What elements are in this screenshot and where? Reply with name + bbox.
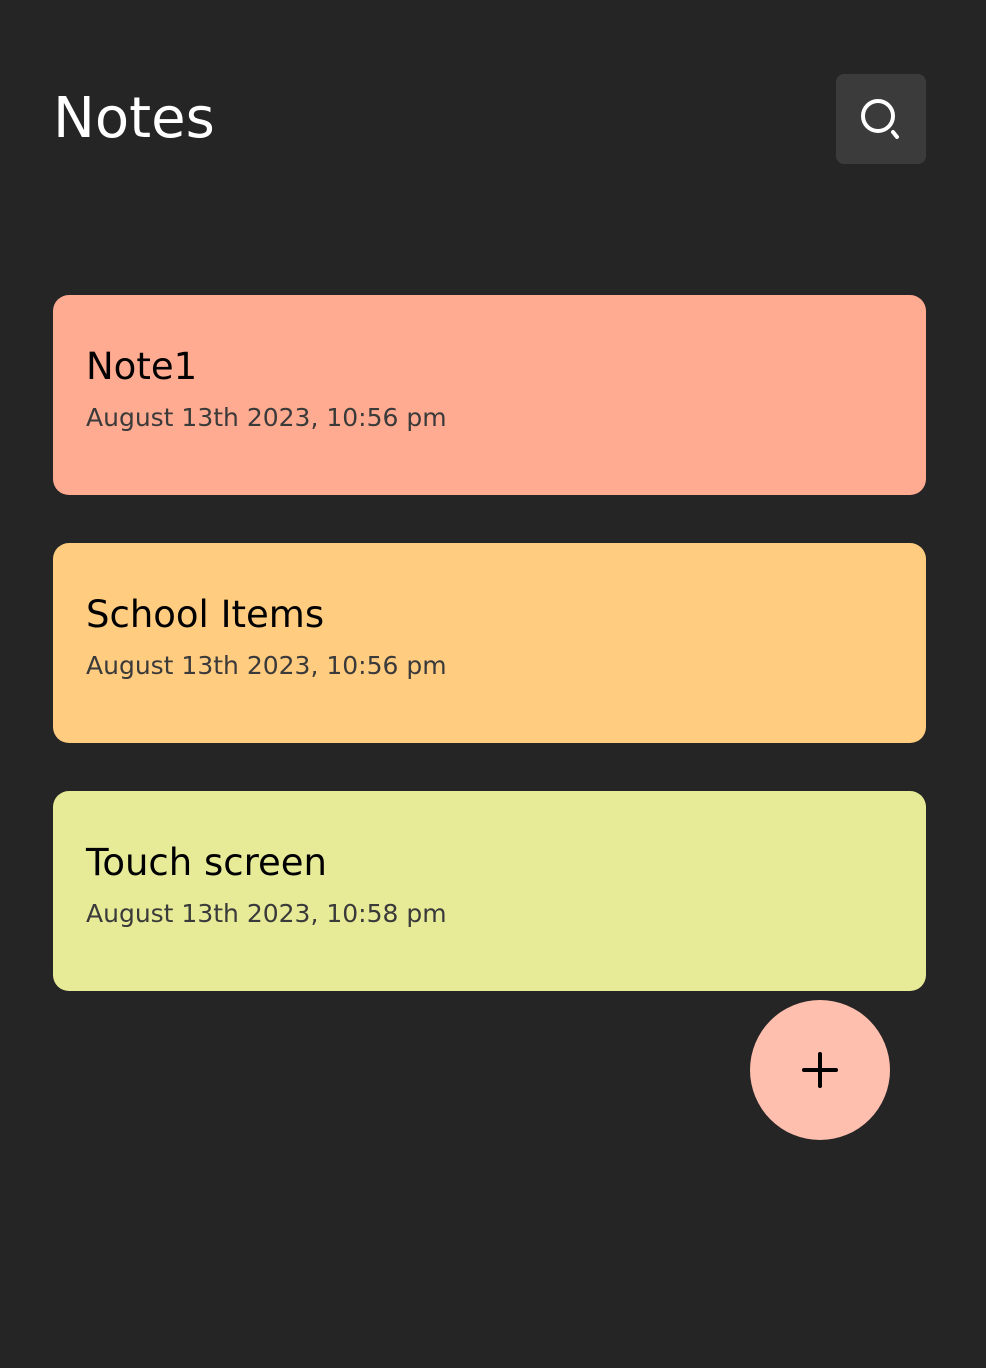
page-title: Notes bbox=[53, 86, 215, 151]
note-date: August 13th 2023, 10:58 pm bbox=[86, 899, 447, 928]
note-card[interactable]: Touch screen August 13th 2023, 10:58 pm bbox=[53, 791, 926, 991]
note-date: August 13th 2023, 10:56 pm bbox=[86, 403, 447, 432]
note-card[interactable]: Note1 August 13th 2023, 10:56 pm bbox=[53, 295, 926, 495]
notes-list: Note1 August 13th 2023, 10:56 pm School … bbox=[53, 295, 926, 1039]
note-date: August 13th 2023, 10:56 pm bbox=[86, 651, 447, 680]
note-card[interactable]: School Items August 13th 2023, 10:56 pm bbox=[53, 543, 926, 743]
add-note-button[interactable] bbox=[750, 1000, 890, 1140]
note-title: Note1 bbox=[86, 345, 198, 388]
notes-app: Notes Note1 August 13th 2023, 10:56 pm S… bbox=[0, 0, 986, 1368]
header: Notes bbox=[53, 74, 926, 164]
note-title: Touch screen bbox=[86, 841, 327, 884]
search-icon bbox=[861, 99, 899, 139]
note-title: School Items bbox=[86, 593, 325, 636]
plus-icon bbox=[802, 1052, 838, 1088]
search-button[interactable] bbox=[836, 74, 926, 164]
